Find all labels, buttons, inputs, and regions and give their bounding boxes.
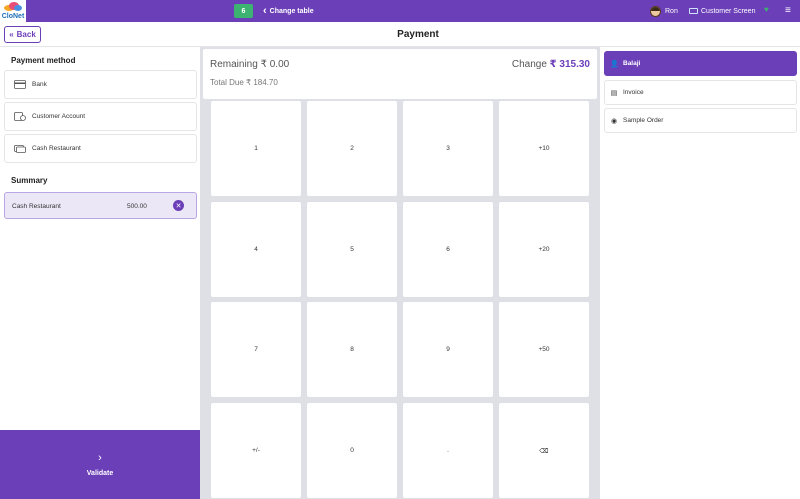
remaining-label: Remaining	[210, 59, 258, 70]
change-value: ₹ 315.30	[549, 59, 590, 70]
summary-amount: 500.00	[127, 203, 147, 210]
chevron-right-icon: ›	[98, 451, 102, 464]
total-due-label: Total Due	[210, 78, 244, 87]
remove-payment-icon[interactable]: ✕	[173, 200, 184, 211]
logo-text: CloNet	[1, 13, 25, 20]
payment-method-label: Bank	[32, 81, 47, 88]
eye-icon: ◉	[610, 117, 618, 125]
payment-method-title: Payment method	[11, 56, 76, 65]
payment-totals: Remaining ₹ 0.00 Total Due ₹ 184.70 Chan…	[203, 49, 597, 99]
keypad-key[interactable]: 2	[307, 101, 397, 196]
cloud-logo-icon	[4, 2, 22, 11]
invoice-button[interactable]: ▤ Invoice	[604, 80, 797, 105]
user-name: Ron	[665, 7, 678, 15]
keypad-key[interactable]: 4	[211, 202, 301, 297]
keypad-key[interactable]: 3	[403, 101, 493, 196]
keypad-key[interactable]: +20	[499, 202, 589, 297]
payment-center: Remaining ₹ 0.00 Total Due ₹ 184.70 Chan…	[200, 47, 600, 499]
change-table-label: Change table	[269, 7, 314, 15]
keypad-key[interactable]: 7	[211, 302, 301, 397]
top-bar: CloNet 6 ‹ Change table Ron Customer Scr…	[0, 0, 800, 22]
payment-method-customer-account[interactable]: Customer Account	[4, 102, 197, 131]
avatar	[650, 5, 661, 17]
keypad-key[interactable]: +10	[499, 101, 589, 196]
sample-order-button[interactable]: ◉ Sample Order	[604, 108, 797, 133]
remaining-amount: Remaining ₹ 0.00	[210, 59, 289, 70]
user-icon: 👤	[610, 60, 619, 68]
page-title: Payment	[397, 29, 439, 40]
change-amount: Change ₹ 315.30	[512, 59, 590, 70]
summary-method: Cash Restaurant	[12, 203, 61, 210]
validate-button[interactable]: › Validate	[0, 430, 200, 499]
total-due-value: ₹ 184.70	[246, 78, 278, 87]
keypad-key[interactable]: 0	[307, 403, 397, 498]
order-info-panel: 👤 Balaji ▤ Invoice ◉ Sample Order	[600, 47, 800, 499]
payment-method-label: Cash Restaurant	[32, 145, 81, 152]
validate-label: Validate	[86, 469, 114, 477]
backspace-key[interactable]: ⌫	[499, 403, 589, 498]
keypad-key[interactable]: 5	[307, 202, 397, 297]
monitor-icon	[689, 8, 698, 14]
double-chevron-left-icon: «	[9, 30, 14, 39]
keypad-key[interactable]: 1	[211, 101, 301, 196]
customer-screen-label: Customer Screen	[701, 7, 756, 15]
cash-icon	[14, 145, 26, 153]
app-logo: CloNet	[0, 0, 26, 22]
payment-method-label: Customer Account	[32, 113, 86, 120]
total-due: Total Due ₹ 184.70	[210, 78, 278, 87]
invoice-icon: ▤	[610, 89, 618, 97]
keypad-key[interactable]: 6	[403, 202, 493, 297]
change-label: Change	[511, 59, 547, 70]
invoice-label: Invoice	[623, 89, 644, 96]
sample-order-label: Sample Order	[623, 117, 664, 124]
customer-name: Balaji	[623, 60, 641, 67]
chevron-left-icon: ‹	[263, 4, 267, 17]
payment-methods-panel: Payment method Bank Customer Account Cas…	[0, 47, 200, 499]
user-menu[interactable]: Ron	[650, 4, 678, 18]
payment-method-bank[interactable]: Bank	[4, 70, 197, 99]
heart-icon[interactable]: ♥	[764, 5, 769, 14]
customer-account-icon	[14, 112, 26, 121]
summary-title: Summary	[11, 176, 48, 185]
customer-screen-button[interactable]: Customer Screen	[689, 4, 755, 18]
table-number-badge[interactable]: 6	[234, 4, 253, 18]
payment-header: Payment « Back	[0, 22, 800, 47]
keypad-key[interactable]: .	[403, 403, 493, 498]
summary-payment-line[interactable]: Cash Restaurant 500.00 ✕	[4, 192, 197, 219]
remaining-value: ₹ 0.00	[260, 59, 290, 70]
back-button[interactable]: « Back	[4, 26, 41, 43]
keypad-key[interactable]: +50	[499, 302, 589, 397]
hamburger-menu-icon[interactable]: ≡	[785, 4, 791, 18]
keypad-key[interactable]: 8	[307, 302, 397, 397]
bank-card-icon	[14, 80, 26, 89]
payment-method-cash-restaurant[interactable]: Cash Restaurant	[4, 134, 197, 163]
back-label: Back	[16, 30, 36, 39]
keypad-key[interactable]: 9	[403, 302, 493, 397]
customer-button[interactable]: 👤 Balaji	[604, 51, 797, 76]
change-table-button[interactable]: ‹ Change table	[263, 4, 314, 18]
keypad-key[interactable]: +/-	[211, 403, 301, 498]
